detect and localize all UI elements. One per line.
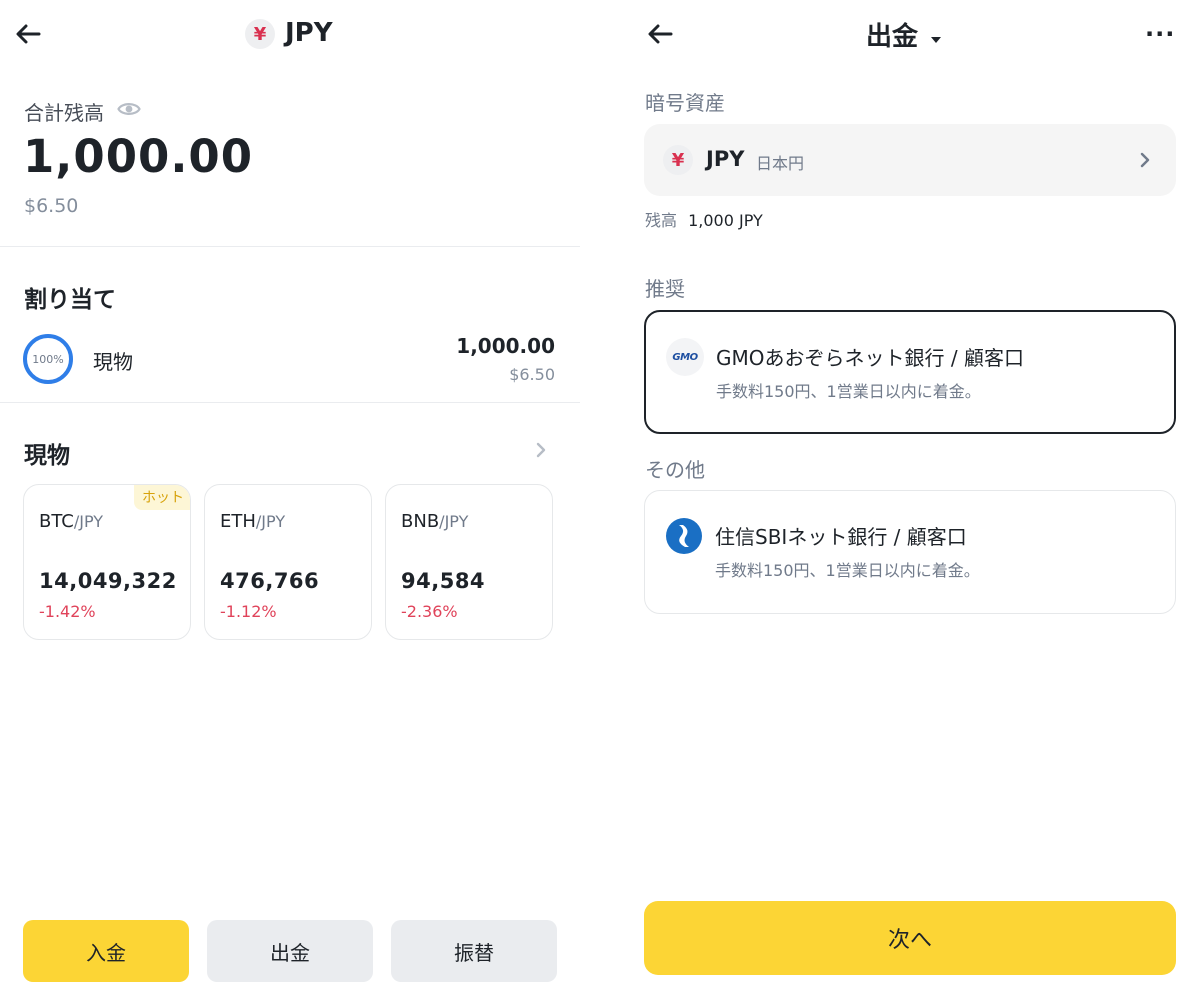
bank-name: GMOあおぞらネット銀行 / 顧客口: [716, 346, 1024, 370]
available-balance: 残高 1,000 JPY: [645, 207, 763, 231]
yen-coin-icon: ¥: [663, 145, 693, 175]
caret-down-icon: [930, 30, 942, 43]
market-card-bnb[interactable]: BNB/JPY 94,584 -2.36%: [385, 484, 553, 640]
chevron-right-icon: [1138, 150, 1152, 170]
market-price: 14,049,322: [39, 569, 177, 593]
bank-option-gmo[interactable]: GMO GMOあおぞらネット銀行 / 顧客口 手数料150円、1営業日以内に着金…: [644, 310, 1176, 434]
allocation-spot-label: 現物: [93, 350, 133, 374]
allocation-amount: 1,000.00: [456, 334, 555, 358]
withdraw-title-dropdown[interactable]: 出金: [866, 16, 942, 53]
market-base: ETH: [220, 511, 256, 532]
market-pair: BTC/JPY: [39, 511, 103, 532]
back-arrow-icon[interactable]: [645, 19, 675, 49]
market-card-btc[interactable]: ホット BTC/JPY 14,049,322 -1.42%: [23, 484, 191, 640]
back-arrow-icon[interactable]: [13, 19, 43, 49]
gmo-logo-text: GMO: [672, 351, 698, 363]
market-pair: BNB/JPY: [401, 511, 468, 532]
bank-name: 住信SBIネット銀行 / 顧客口: [715, 525, 967, 549]
allocation-title: 割り当て: [24, 287, 116, 313]
jpy-asset-panel: ¥ JPY 合計残高 1,000.00 $6.50 割り当て 100% 現物 1…: [0, 0, 580, 1000]
yen-coin-icon: ¥: [245, 19, 275, 49]
market-base: BNB: [401, 511, 440, 532]
gmo-bank-logo: GMO: [666, 338, 704, 376]
divider: [0, 246, 580, 247]
total-balance-amount: 1,000.00: [23, 130, 254, 183]
crypto-asset-label: 暗号資産: [645, 91, 725, 115]
market-quote: /JPY: [255, 512, 286, 531]
eye-icon[interactable]: [117, 99, 141, 119]
chevron-right-icon[interactable]: [533, 440, 549, 460]
allocation-percent: 100%: [32, 352, 64, 366]
page-title: JPY: [285, 18, 333, 48]
sbi-bank-logo: [665, 517, 703, 555]
withdraw-panel: 出金 ··· 暗号資産 ¥ JPY 日本円 残高 1,000 JPY 推奨 GM…: [630, 0, 1200, 1000]
allocation-usd: $6.50: [509, 365, 555, 384]
bank-option-sbi[interactable]: 住信SBIネット銀行 / 顧客口 手数料150円、1営業日以内に着金。: [644, 490, 1176, 614]
market-card-eth[interactable]: ETH/JPY 476,766 -1.12%: [204, 484, 372, 640]
deposit-button[interactable]: 入金: [23, 920, 189, 982]
balance-label: 残高: [645, 211, 678, 230]
market-change: -1.12%: [220, 602, 277, 621]
other-label: その他: [645, 458, 705, 482]
page-title: 出金: [866, 22, 919, 52]
balance-value: 1,000 JPY: [688, 211, 763, 230]
total-balance-usd: $6.50: [24, 195, 79, 217]
market-base: BTC: [39, 511, 74, 532]
asset-code: JPY: [706, 147, 745, 171]
market-quote: /JPY: [439, 512, 469, 531]
divider: [0, 402, 580, 403]
market-quote: /JPY: [73, 512, 104, 531]
market-pair: ETH/JPY: [220, 511, 285, 532]
withdraw-button[interactable]: 出金: [207, 920, 373, 982]
spot-section-title: 現物: [24, 443, 70, 469]
bank-fee-description: 手数料150円、1営業日以内に着金。: [715, 561, 980, 580]
asset-selector[interactable]: ¥ JPY 日本円: [644, 124, 1176, 196]
bank-fee-description: 手数料150円、1営業日以内に着金。: [716, 382, 981, 401]
market-change: -2.36%: [401, 602, 458, 621]
market-price: 476,766: [220, 569, 320, 593]
total-balance-label: 合計残高: [24, 101, 104, 125]
asset-name: 日本円: [756, 154, 805, 173]
more-options-icon[interactable]: ···: [1145, 20, 1175, 48]
market-change: -1.42%: [39, 602, 96, 621]
hot-badge: ホット: [134, 485, 190, 510]
market-price: 94,584: [401, 569, 486, 593]
transfer-button[interactable]: 振替: [391, 920, 557, 982]
recommended-label: 推奨: [645, 277, 685, 301]
allocation-ring: 100%: [23, 334, 73, 384]
next-button[interactable]: 次へ: [644, 901, 1176, 975]
